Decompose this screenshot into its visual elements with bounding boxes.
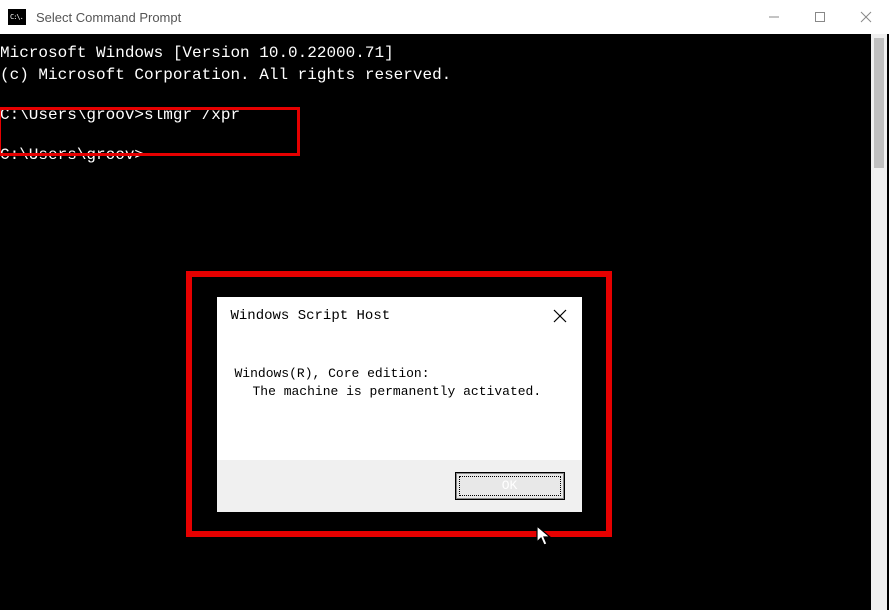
dialog-window: Windows Script Host Windows(R), Core edi… — [217, 297, 582, 512]
prompt-path-2: C:\Users\groov> — [0, 146, 144, 164]
maximize-icon — [814, 11, 826, 23]
dialog-titlebar[interactable]: Windows Script Host — [217, 297, 582, 335]
dialog-highlight-box: Windows Script Host Windows(R), Core edi… — [186, 271, 612, 537]
console-area[interactable]: Microsoft Windows [Version 10.0.22000.71… — [0, 34, 889, 610]
close-button[interactable] — [843, 0, 889, 34]
ok-button-label: OK — [502, 475, 518, 497]
window-controls — [751, 0, 889, 34]
dialog-message-line2: The machine is permanently activated. — [235, 383, 564, 401]
console-prompt-command: C:\Users\groov>slmgr /xpr — [0, 104, 889, 126]
dialog-title: Windows Script Host — [231, 305, 391, 327]
dialog-body: Windows(R), Core edition: The machine is… — [217, 335, 582, 460]
dialog-close-button[interactable] — [538, 297, 582, 335]
prompt-command: slmgr /xpr — [144, 106, 240, 124]
minimize-button[interactable] — [751, 0, 797, 34]
console-line-version: Microsoft Windows [Version 10.0.22000.71… — [0, 42, 889, 64]
dialog-footer: OK — [217, 460, 582, 512]
minimize-icon — [768, 11, 780, 23]
close-icon — [860, 11, 872, 23]
scrollbar-thumb[interactable] — [874, 38, 884, 168]
maximize-button[interactable] — [797, 0, 843, 34]
console-prompt-empty: C:\Users\groov> — [0, 144, 889, 166]
dialog-message-line1: Windows(R), Core edition: — [235, 365, 564, 383]
console-line-copyright: (c) Microsoft Corporation. All rights re… — [0, 64, 889, 86]
window-title: Select Command Prompt — [36, 10, 181, 25]
cmd-icon: C:\. — [8, 9, 26, 25]
ok-button[interactable]: OK — [456, 473, 564, 499]
close-icon — [553, 309, 567, 323]
cmd-icon-text: C:\. — [10, 13, 23, 21]
prompt-path: C:\Users\groov> — [0, 106, 144, 124]
window-titlebar: C:\. Select Command Prompt — [0, 0, 889, 34]
